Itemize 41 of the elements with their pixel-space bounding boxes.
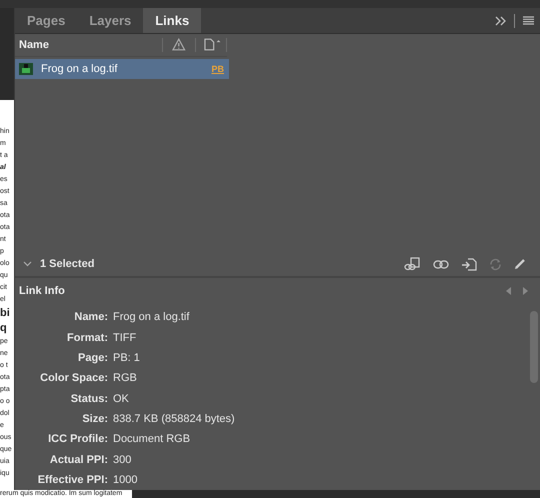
previous-icon[interactable] — [506, 286, 511, 295]
field-value: RGB — [113, 372, 137, 384]
link-name: Frog on a log.tif — [41, 62, 118, 75]
field-value: PB: 1 — [113, 352, 140, 364]
scrollbar-thumb[interactable] — [530, 311, 538, 384]
field-value: TIFF — [113, 332, 136, 344]
field-value: 300 — [113, 454, 132, 466]
field-label: Effective PPI: — [36, 474, 109, 486]
section-title: Link Info — [19, 284, 65, 297]
field-value: Document RGB — [113, 433, 190, 446]
field-value: 838.7 KB (858824 bytes) — [113, 412, 235, 425]
field-value: 1000 — [113, 474, 138, 486]
field-value: Frog on a log.tif — [113, 311, 190, 324]
page-sort-icon[interactable] — [204, 38, 222, 52]
field-value: OK — [113, 392, 129, 405]
relink-icon[interactable] — [404, 257, 421, 272]
go-to-link-icon[interactable] — [461, 258, 477, 271]
link-row[interactable]: Frog on a log.tif PB — [15, 58, 229, 79]
warning-icon[interactable] — [172, 38, 186, 52]
document-text: bi — [0, 306, 11, 321]
menu-icon[interactable] — [523, 16, 534, 26]
field-label: Size: — [81, 412, 109, 425]
panel-tab[interactable]: Pages — [15, 8, 78, 34]
field-label: Format: — [66, 332, 109, 344]
chevron-down-icon[interactable] — [23, 261, 32, 268]
field-label: Actual PPI: — [48, 454, 109, 466]
column-header[interactable]: Name — [15, 38, 162, 51]
field-label: Color Space: — [39, 372, 109, 384]
panel-tab[interactable]: Links — [143, 8, 202, 34]
field-label: Page: — [77, 352, 109, 364]
link-icon[interactable] — [433, 260, 449, 269]
selection-count: 1 Selected — [40, 258, 94, 270]
document-text: q — [0, 321, 8, 336]
panel-tab[interactable]: Layers — [77, 8, 144, 34]
field-label: Name: — [73, 311, 109, 324]
field-label: Status: — [70, 392, 109, 405]
pencil-icon[interactable] — [514, 258, 526, 270]
next-icon[interactable] — [523, 286, 528, 295]
field-label: ICC Profile: — [47, 433, 109, 446]
expand-panel-icon[interactable] — [495, 16, 507, 26]
frog-thumbnail-icon — [19, 62, 33, 75]
